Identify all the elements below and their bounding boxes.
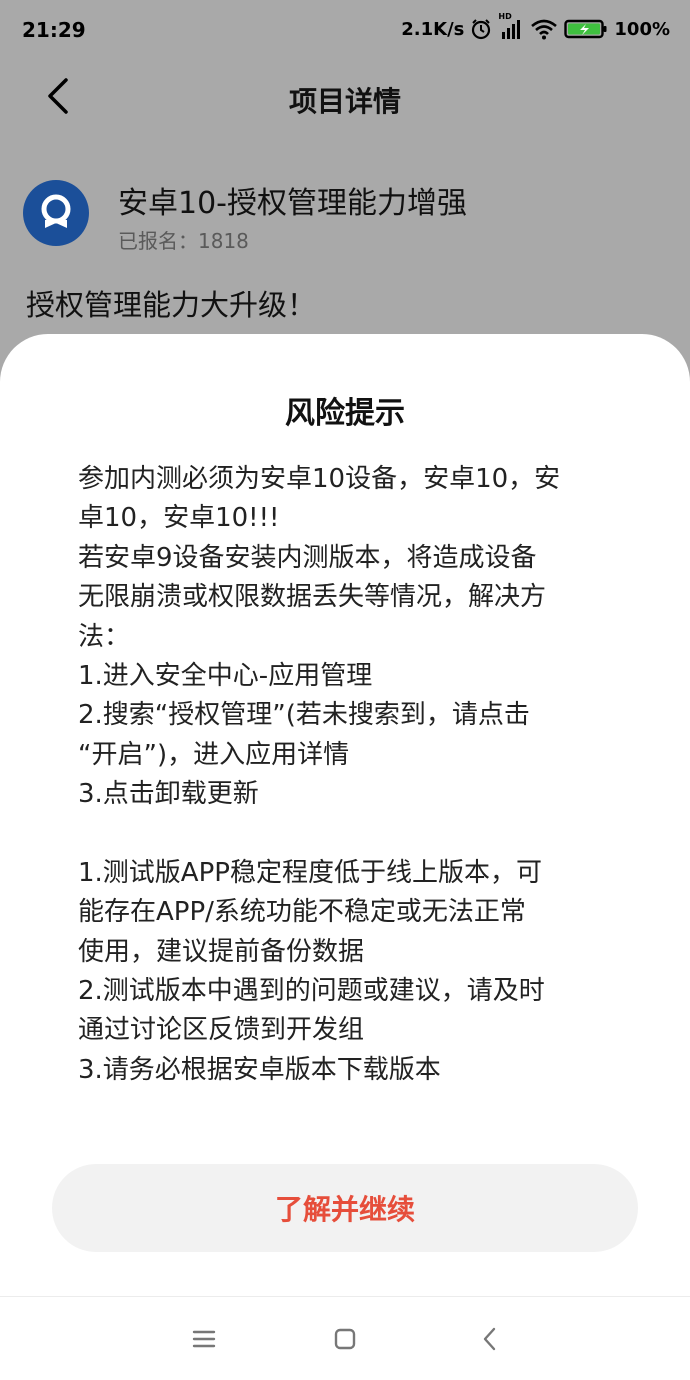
- dialog-title: 风险提示: [285, 396, 405, 431]
- dialog-line: 2.测试版本中遇到的问题或建议，请及时: [78, 976, 545, 1007]
- user-badge-icon: [41, 194, 71, 228]
- dialog-line: 1.测试版APP稳定程度低于线上版本，可: [78, 857, 542, 888]
- project-description: 授权管理能力大升级！: [26, 288, 317, 322]
- dialog-line: 卓10，安卓10!!!: [78, 503, 280, 534]
- project-avatar: [23, 180, 89, 246]
- wifi-icon: [530, 18, 558, 40]
- status-time: 21:29: [22, 18, 86, 42]
- status-icons: 2.1K/s HD 100%: [401, 12, 670, 40]
- dialog-line: 通过讨论区反馈到开发组: [78, 1015, 365, 1046]
- status-bar: 21:29 2.1K/s HD 100%: [0, 0, 690, 62]
- dialog-line: 1.进入安全中心-应用管理: [78, 660, 373, 691]
- dialog-line: [78, 815, 618, 854]
- dialog-line: 若安卓9设备安装内测版本，将造成设备: [78, 542, 537, 573]
- dialog-line: 3.请务必根据安卓版本下载版本: [78, 1054, 441, 1085]
- dialog-line: 法：: [78, 621, 131, 652]
- risk-dialog: 风险提示 参加内测必须为安卓10设备，安卓10，安 卓10，安卓10!!! 若安…: [0, 334, 690, 1296]
- understand-continue-button[interactable]: 了解并继续: [52, 1164, 638, 1252]
- back-icon[interactable]: [476, 1325, 504, 1353]
- system-nav-bar: [0, 1296, 690, 1380]
- dialog-line: 能存在APP/系统功能不稳定或无法正常: [78, 897, 526, 928]
- project-name: 安卓10-授权管理能力增强: [118, 186, 467, 221]
- battery-icon: [564, 18, 608, 40]
- signal-icon: HD: [498, 12, 524, 40]
- signup-count: 已报名：1818: [118, 229, 249, 253]
- battery-percent: 100%: [614, 18, 670, 40]
- home-icon[interactable]: [331, 1325, 359, 1353]
- dialog-line: 3.点击卸载更新: [78, 779, 259, 810]
- alarm-icon: [470, 18, 492, 40]
- network-speed: 2.1K/s: [401, 18, 465, 40]
- menu-icon[interactable]: [190, 1325, 218, 1353]
- hd-label: HD: [498, 12, 512, 21]
- page-title: 项目详情: [288, 85, 401, 118]
- dialog-message: 参加内测必须为安卓10设备，安卓10，安 卓10，安卓10!!! 若安卓9设备安…: [78, 460, 618, 1090]
- dialog-line: 2.搜索“授权管理”(若未搜索到，请点击: [78, 700, 530, 731]
- dialog-line: 使用，建议提前备份数据: [78, 936, 365, 967]
- dialog-line: “开启”)，进入应用详情: [78, 739, 350, 770]
- dialog-line: 无限崩溃或权限数据丢失等情况，解决方: [78, 582, 547, 613]
- dialog-line: 参加内测必须为安卓10设备，安卓10，安: [78, 464, 561, 494]
